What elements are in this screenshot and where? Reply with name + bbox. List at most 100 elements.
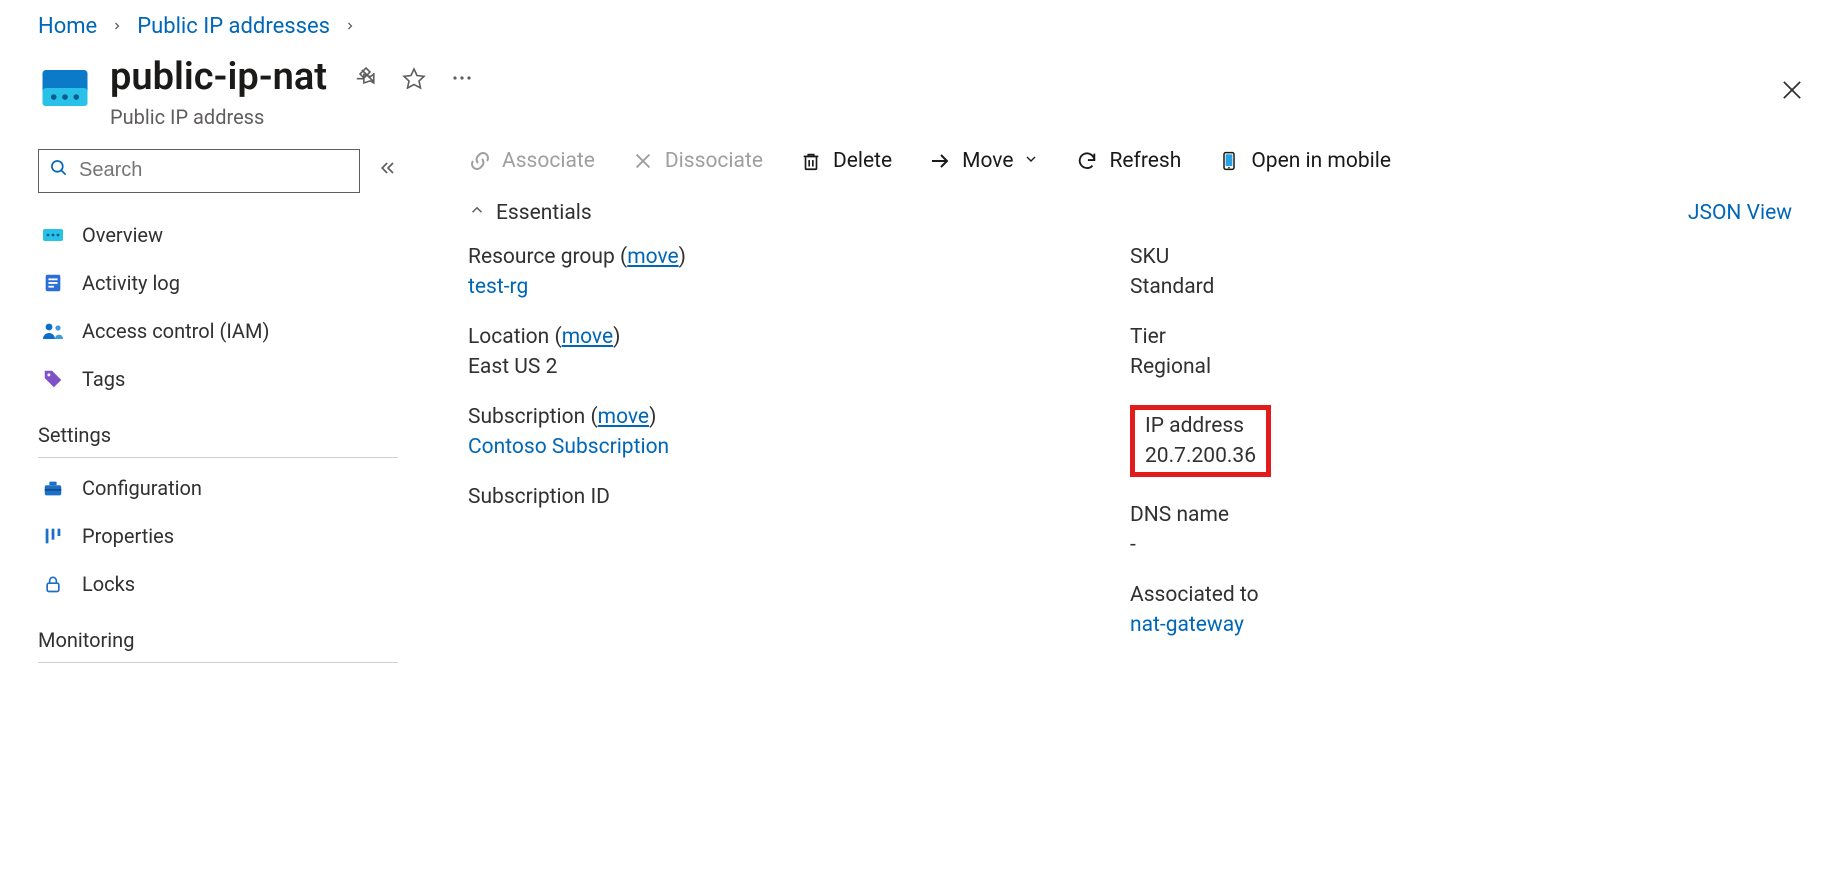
pin-icon[interactable] [353, 65, 379, 91]
sidebar-item-label: Tags [82, 367, 125, 391]
sidebar-section-settings: Settings [38, 423, 398, 458]
properties-icon [40, 523, 66, 549]
toolbar-label: Move [962, 149, 1013, 173]
sidebar-item-locks[interactable]: Locks [38, 560, 398, 608]
breadcrumb-home[interactable]: Home [38, 14, 97, 39]
field-label: Associated to [1130, 583, 1792, 607]
resource-group-value[interactable]: test-rg [468, 275, 1130, 299]
field-associated-to: Associated to nat-gateway [1130, 583, 1792, 637]
public-ip-icon [40, 222, 66, 248]
associated-to-value[interactable]: nat-gateway [1130, 613, 1792, 637]
sidebar-item-tags[interactable]: Tags [38, 355, 398, 403]
toolbar-label: Dissociate [665, 149, 763, 173]
command-toolbar: Associate Dissociate Delete [468, 149, 1792, 173]
field-tier: Tier Regional [1130, 325, 1792, 379]
field-label: Subscription (move) [468, 405, 1130, 429]
field-label: IP address [1145, 414, 1256, 438]
page-header: public-ip-nat Public [38, 57, 1802, 129]
sidebar-item-label: Access control (IAM) [82, 319, 269, 343]
ip-address-value: 20.7.200.36 [1145, 444, 1256, 468]
move-link[interactable]: move [562, 325, 613, 349]
tag-icon [40, 366, 66, 392]
sidebar-item-configuration[interactable]: Configuration [38, 464, 398, 512]
sidebar-search-input[interactable] [77, 158, 349, 183]
delete-button[interactable]: Delete [799, 149, 892, 173]
chevron-right-icon [344, 16, 356, 37]
toolbar-label: Refresh [1109, 149, 1181, 173]
essentials-toggle[interactable]: Essentials [468, 201, 592, 225]
move-button[interactable]: Move [928, 149, 1039, 173]
sidebar-item-properties[interactable]: Properties [38, 512, 398, 560]
field-label: Location (move) [468, 325, 1130, 349]
refresh-icon [1075, 149, 1099, 173]
arrow-right-icon [928, 149, 952, 173]
field-subscription-id: Subscription ID [468, 485, 1130, 509]
more-menu-icon[interactable] [449, 65, 475, 91]
ip-address-highlight: IP address 20.7.200.36 [1130, 405, 1271, 477]
page-title: public-ip-nat [110, 57, 327, 99]
move-link[interactable]: move [627, 245, 678, 269]
chevron-down-icon [1023, 149, 1039, 173]
sidebar-item-label: Locks [82, 572, 135, 596]
main-content: Associate Dissociate Delete [468, 149, 1802, 669]
sidebar-item-label: Properties [82, 524, 174, 548]
search-icon [49, 158, 69, 183]
essentials-grid: Resource group (move) test-rg Location (… [468, 245, 1792, 637]
chevron-right-icon [111, 16, 123, 37]
field-label: Subscription ID [468, 485, 1130, 509]
open-in-mobile-button[interactable]: Open in mobile [1217, 149, 1391, 173]
field-label: DNS name [1130, 503, 1792, 527]
field-sku: SKU Standard [1130, 245, 1792, 299]
toolbox-icon [40, 475, 66, 501]
sidebar: Overview Activity log Access control (IA… [38, 149, 398, 669]
mobile-icon [1217, 149, 1241, 173]
sidebar-item-overview[interactable]: Overview [38, 211, 398, 259]
activity-log-icon [40, 270, 66, 296]
sku-value: Standard [1130, 275, 1792, 299]
essentials-left-col: Resource group (move) test-rg Location (… [468, 245, 1130, 637]
subscription-value[interactable]: Contoso Subscription [468, 435, 1130, 459]
chevron-up-icon [468, 201, 486, 225]
tier-value: Regional [1130, 355, 1792, 379]
field-ip-address: IP address 20.7.200.36 [1145, 414, 1256, 468]
sidebar-section-monitoring: Monitoring [38, 628, 398, 663]
location-value: East US 2 [468, 355, 1130, 379]
field-location: Location (move) East US 2 [468, 325, 1130, 379]
sidebar-item-label: Activity log [82, 271, 180, 295]
label-text: Location [468, 325, 549, 349]
breadcrumb-public-ips[interactable]: Public IP addresses [137, 14, 330, 39]
people-icon [40, 318, 66, 344]
dns-value: - [1130, 533, 1792, 557]
move-link[interactable]: move [598, 405, 649, 429]
toolbar-label: Open in mobile [1251, 149, 1391, 173]
essentials-right-col: SKU Standard Tier Regional IP address 20… [1130, 245, 1792, 637]
sidebar-item-activity-log[interactable]: Activity log [38, 259, 398, 307]
sidebar-item-iam[interactable]: Access control (IAM) [38, 307, 398, 355]
label-text: Subscription [468, 405, 585, 429]
sidebar-search[interactable] [38, 149, 360, 193]
sidebar-item-label: Overview [82, 223, 163, 247]
link-icon [468, 149, 492, 173]
sidebar-item-label: Configuration [82, 476, 202, 500]
page-subtitle: Public IP address [110, 105, 475, 129]
field-dns-name: DNS name - [1130, 503, 1792, 557]
breadcrumb: Home Public IP addresses [38, 14, 1802, 39]
toolbar-label: Associate [502, 149, 595, 173]
field-label: SKU [1130, 245, 1792, 269]
field-resource-group: Resource group (move) test-rg [468, 245, 1130, 299]
collapse-sidebar-icon[interactable] [378, 158, 398, 183]
associate-button: Associate [468, 149, 595, 173]
public-ip-resource-icon [38, 61, 92, 115]
json-view-link[interactable]: JSON View [1688, 201, 1792, 225]
field-subscription: Subscription (move) Contoso Subscription [468, 405, 1130, 459]
favorite-star-icon[interactable] [401, 65, 427, 91]
lock-icon [40, 571, 66, 597]
field-label: Resource group (move) [468, 245, 1130, 269]
field-label: Tier [1130, 325, 1792, 349]
label-text: Resource group [468, 245, 615, 269]
trash-icon [799, 149, 823, 173]
essentials-heading: Essentials [496, 201, 592, 225]
refresh-button[interactable]: Refresh [1075, 149, 1181, 173]
toolbar-label: Delete [833, 149, 892, 173]
close-icon [631, 149, 655, 173]
